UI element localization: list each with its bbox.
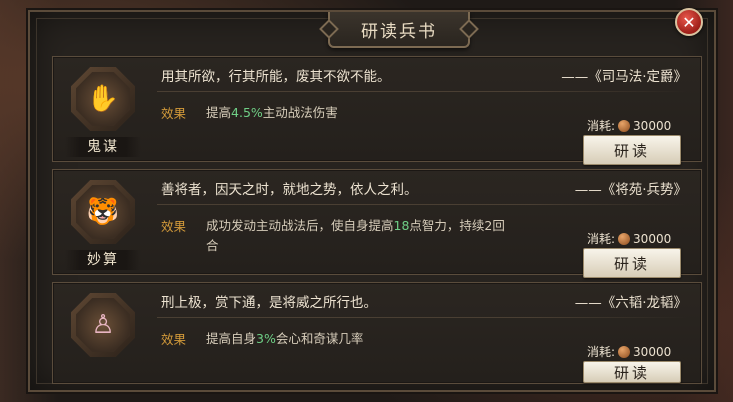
effect-label: 效果 (161, 106, 187, 121)
cost-label: 消耗: (587, 119, 616, 133)
effect-highlight: 3% (256, 331, 276, 346)
cost-display: 消耗: 30000 (587, 343, 671, 360)
effect-description: 成功发动主动战法后，使自身提高18点智力，持续2回合 (206, 218, 505, 253)
quote-source: ——《六韬·龙韬》 (574, 295, 687, 311)
quote-text: 用其所欲，行其所能，废其不欲不能。 (161, 69, 391, 85)
cost-display: 消耗: 30000 (587, 117, 671, 134)
effect-label: 效果 (161, 332, 187, 347)
divider (157, 91, 687, 92)
divider (157, 317, 687, 318)
strategy-emblem: ♙ (65, 289, 145, 385)
cost-label: 消耗: (587, 232, 616, 246)
coin-icon (618, 345, 631, 358)
effect-description: 提高自身3%会心和奇谋几率 (206, 331, 364, 346)
cost-display: 消耗: 30000 (587, 230, 671, 247)
effect-highlight: 4.5% (231, 105, 263, 120)
cost-value: 30000 (633, 344, 672, 359)
emblem-name: 妙算 (65, 250, 141, 270)
strategy-emblem: 🐯 妙算 (65, 176, 145, 272)
study-button[interactable]: 研读 (583, 135, 681, 165)
quote-source: ——《将苑·兵势》 (574, 182, 687, 198)
divider (157, 204, 687, 205)
emblem-name: 鬼谋 (65, 137, 141, 157)
robed-figure-icon: ♙ (76, 298, 130, 352)
cost-value: 30000 (633, 118, 672, 133)
cost-value: 30000 (633, 231, 672, 246)
quote-source: ——《司马法·定爵》 (561, 69, 687, 85)
study-button[interactable]: 研读 (583, 361, 681, 383)
strategy-card-3: ♙ 刑上极，赏下通，是将威之所行也。 ——《六韬·龙韬》 效果 提高自身3%会心… (52, 282, 702, 384)
coin-icon (618, 232, 631, 245)
strategy-emblem: ✋ 鬼谋 (65, 63, 145, 159)
quote-text: 刑上极，赏下通，是将威之所行也。 (161, 295, 377, 311)
effect-label: 效果 (161, 219, 187, 234)
quote-text: 善将者，因天之时，就地之势，依人之利。 (161, 182, 418, 198)
coin-icon (618, 119, 631, 132)
strategy-card-1: ✋ 鬼谋 用其所欲，行其所能，废其不欲不能。 ——《司马法·定爵》 效果 提高4… (52, 56, 702, 165)
strategy-card-2: 🐯 妙算 善将者，因天之时，就地之势，依人之利。 ——《将苑·兵势》 效果 成功… (52, 169, 702, 278)
effect-highlight: 18 (393, 218, 410, 233)
study-button[interactable]: 研读 (583, 248, 681, 278)
cost-label: 消耗: (587, 345, 616, 359)
close-icon[interactable]: ✕ (675, 8, 703, 36)
effect-description: 提高4.5%主动战法伤害 (206, 105, 338, 120)
study-book-dialog: 研读兵书 ✋ 鬼谋 用其所欲，行其所能，废其不欲不能。 ——《司马法·定爵》 效… (28, 10, 716, 392)
dialog-title: 研读兵书 (328, 12, 470, 48)
tiger-statue-icon: 🐯 (76, 185, 130, 239)
